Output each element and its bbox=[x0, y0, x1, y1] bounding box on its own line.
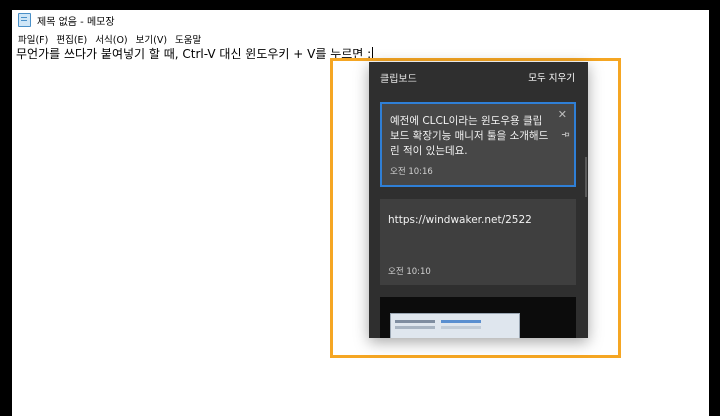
editor-content: 무언가를 쓰다가 붙여넣기 할 때, Ctrl-V 대신 윈도우키 + V를 누… bbox=[16, 46, 374, 62]
menu-view[interactable]: 보기(V) bbox=[130, 32, 167, 46]
menu-bar: 파일(F) 편집(E) 서식(O) 보기(V) 도움말 bbox=[12, 31, 203, 47]
clipboard-item-text: 예전에 CLCL이라는 윈도우용 클립보드 확장기능 매니저 툴을 소개해드린 … bbox=[390, 115, 549, 157]
clipboard-item-image[interactable] bbox=[380, 297, 576, 338]
menu-file[interactable]: 파일(F) bbox=[12, 32, 48, 46]
editor-line: 무언가를 쓰다가 붙여넣기 할 때, Ctrl-V 대신 윈도우키 + V를 누… bbox=[16, 47, 372, 61]
clipboard-panel: 클립보드 모두 지우기 예전에 CLCL이라는 윈도우용 클립보드 확장기능 매… bbox=[369, 62, 588, 338]
clipboard-item-time: 오전 10:16 bbox=[390, 167, 433, 177]
menu-help[interactable]: 도움말 bbox=[169, 32, 201, 46]
pin-icon[interactable] bbox=[561, 130, 570, 139]
clipboard-header: 클립보드 모두 지우기 bbox=[369, 62, 588, 92]
scrollbar[interactable] bbox=[585, 157, 587, 197]
clipboard-item[interactable]: 예전에 CLCL이라는 윈도우용 클립보드 확장기능 매니저 툴을 소개해드린 … bbox=[380, 102, 576, 187]
window-title: 제목 없음 - 메모장 bbox=[37, 16, 115, 28]
clipboard-item-text: https://windwaker.net/2522 bbox=[388, 214, 532, 226]
title-bar: 제목 없음 - 메모장 bbox=[12, 10, 709, 30]
menu-format[interactable]: 서식(O) bbox=[89, 32, 127, 46]
clipboard-item[interactable]: https://windwaker.net/2522 오전 10:10 bbox=[380, 199, 576, 285]
notepad-icon bbox=[18, 13, 31, 27]
menu-edit[interactable]: 편집(E) bbox=[50, 32, 87, 46]
clipboard-item-time: 오전 10:10 bbox=[388, 267, 431, 277]
close-icon[interactable]: ✕ bbox=[558, 109, 567, 120]
clipboard-title: 클립보드 bbox=[380, 74, 417, 85]
screenshot-thumbnail bbox=[390, 313, 520, 338]
clear-all-button[interactable]: 모두 지우기 bbox=[528, 70, 575, 84]
